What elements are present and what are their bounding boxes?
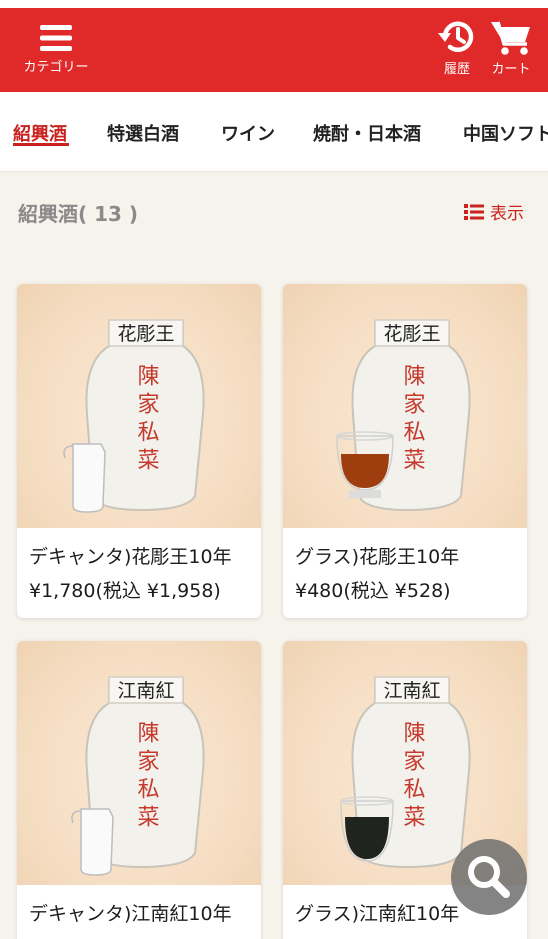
product-price: ¥480(税込 ¥528) (295, 580, 451, 602)
category-count: 紹興酒( 13 ) (18, 202, 139, 226)
product-card[interactable]: 江南紅 陳家私菜 デキャンタ)江南紅10年 (17, 641, 261, 939)
product-name: デキャンタ)江南紅10年 (29, 903, 232, 925)
product-name: グラス)江南紅10年 (295, 903, 460, 925)
product-image: 江南紅 陳家私菜 (17, 641, 261, 885)
product-card[interactable]: 花彫王 陳家私菜 グラス)花彫王10年 ¥480(税込 ¥528) (283, 284, 527, 618)
jar-label-text: 江南紅 (383, 680, 440, 702)
tab-baijiu[interactable]: 特選白酒 (107, 120, 179, 146)
history-button[interactable]: 履歴 (434, 18, 480, 77)
jar-label-text: 花彫王 (117, 323, 174, 345)
menu-icon (40, 25, 72, 51)
product-image: 花彫王 陳家私菜 (17, 284, 261, 528)
tab-shochu-sake[interactable]: 焼酎・日本酒 (313, 120, 421, 146)
history-label: 履歴 (443, 62, 470, 77)
active-tab-indicator (13, 143, 69, 146)
product-name: グラス)花彫王10年 (295, 546, 460, 568)
jar-brand-text: 陳家私菜 (134, 364, 160, 476)
product-price: ¥1,780(税込 ¥1,958) (29, 580, 221, 602)
cart-label: カート (491, 62, 531, 77)
view-toggle-label: 表示 (490, 204, 524, 224)
jar-label-text: 江南紅 (117, 680, 174, 702)
tab-chinese-soft[interactable]: 中国ソフト (463, 120, 548, 146)
jar-brand-text: 陳家私菜 (400, 364, 426, 476)
jar-brand-text: 陳家私菜 (134, 721, 160, 833)
product-image: 花彫王 陳家私菜 (283, 284, 527, 528)
product-card[interactable]: 花彫王 陳家私菜 デキャンタ)花彫王10年 ¥1,780(税込 ¥1,958) (17, 284, 261, 618)
search-icon (468, 856, 510, 898)
view-toggle-button[interactable]: 表示 (464, 199, 524, 224)
status-strip (0, 0, 548, 8)
tab-wine[interactable]: ワイン (221, 120, 275, 146)
list-view-icon (464, 203, 484, 220)
category-menu-label: カテゴリー (23, 60, 89, 75)
category-tabs: 紹興酒 特選白酒 ワイン 焼酎・日本酒 中国ソフト (0, 92, 548, 172)
jar-label-text: 花彫王 (383, 323, 440, 345)
app-header: カテゴリー 履歴 カート (0, 8, 548, 92)
cart-button[interactable]: カート (486, 18, 536, 77)
search-button[interactable] (451, 839, 527, 915)
history-icon (438, 21, 474, 52)
jar-brand-text: 陳家私菜 (400, 721, 426, 833)
cart-icon (491, 21, 530, 55)
product-name: デキャンタ)花彫王10年 (29, 546, 232, 568)
category-menu-button[interactable]: カテゴリー (18, 22, 94, 75)
list-header: 紹興酒( 13 ) 表示 (0, 172, 548, 252)
